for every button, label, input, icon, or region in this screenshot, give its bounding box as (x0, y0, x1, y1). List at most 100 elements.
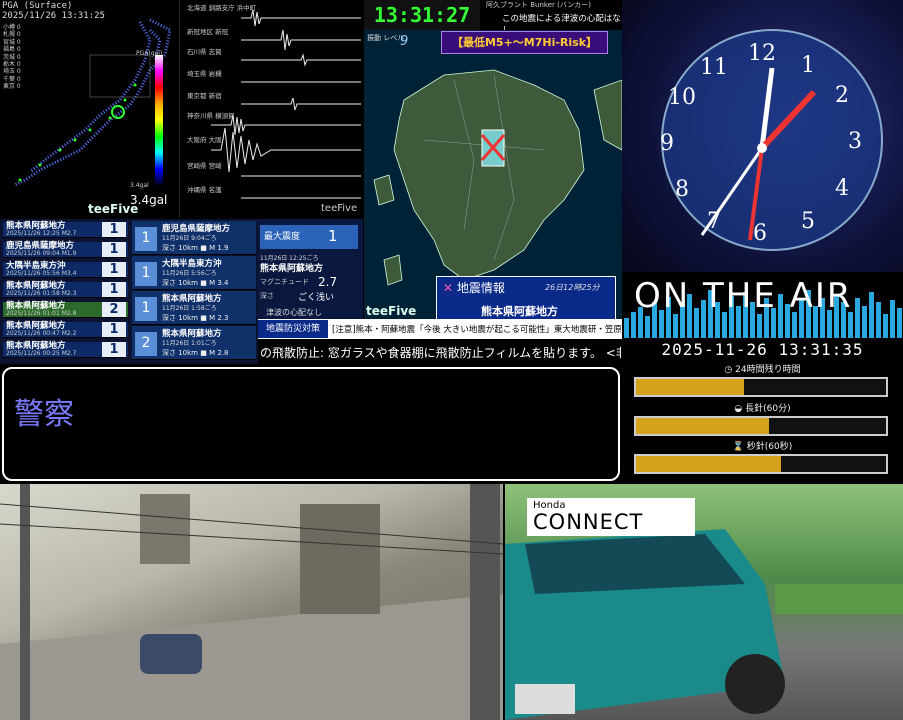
pga-color-scale (155, 55, 163, 185)
progress-bar-second (634, 454, 888, 474)
intensity-badge: 1 (102, 222, 126, 237)
clock-numeral: 1 (801, 53, 815, 78)
eq-time: 2025/11/26 09:04 (6, 250, 60, 257)
eq-mag: M2.2 (61, 330, 77, 337)
eq-mag: M2.7 (61, 350, 77, 357)
list-item[interactable]: 大隅半島東方沖 2025/11/26 05:56 M3.4 1 (3, 262, 128, 278)
datetime-panel: 2025-11-26 13:31:35 (622, 338, 903, 360)
on-air-panel: ON THE AIR (622, 272, 903, 338)
bunker-panel: 阿久ブラント Bunker (バンカー) この地震による津波の心配はなし (482, 0, 622, 36)
clock-icon: ◷ (724, 365, 733, 375)
list-item[interactable]: 鹿児島県薩摩地方 2025/11/26 09:04 M1.9 1 (3, 242, 128, 258)
ticker-text: の飛散防止: 窓ガラスや食器棚に飛散防止フィルムを貼ります。 <非 (260, 346, 622, 360)
bar-label: ◷ 24時間残り時間 (622, 362, 903, 375)
intensity-badge: 1 (135, 297, 157, 321)
eq-card[interactable]: 1 鹿児島県薩摩地方 11月26日 9:04ごろ 深さ 10km ■ M 1.9 (132, 221, 256, 255)
list-item[interactable]: 熊本県阿蘇地方 2025/11/26 01:01 M2.8 2 (3, 302, 128, 318)
clock-numeral: 8 (675, 177, 689, 202)
list-item[interactable]: 熊本県阿蘇地方 2025/11/26 00:25 M2.7 1 (3, 342, 128, 358)
eq-mag: M2.8 (61, 310, 77, 317)
clock-numeral: 11 (700, 55, 728, 80)
datetime-text: 2025-11-26 13:31:35 (661, 340, 864, 359)
risk-warning-badge: 【最低M5+〜M7Hi-Risk】 (441, 31, 608, 54)
clock-numeral: 2 (835, 83, 849, 108)
eq-mag: M2.7 (61, 230, 77, 237)
intensity-badge: 1 (102, 342, 126, 357)
police-text: 警察 (14, 397, 74, 432)
clock-numeral: 10 (668, 85, 696, 110)
bar-label-text: 秒針(60秒) (746, 442, 793, 452)
digital-clock: 13:31:27 (364, 0, 480, 30)
clock-numeral: 6 (753, 221, 767, 246)
clock-numeral: 3 (848, 129, 862, 154)
eq-time: 2025/11/26 00:47 (6, 330, 60, 337)
car-video-feed: Honda CONNECT (505, 484, 903, 720)
bar-label: ⌛ 秒針(60秒) (622, 439, 903, 452)
eq-mag: M3.4 (61, 270, 77, 277)
depth-value: ごく浅い (298, 293, 335, 303)
vibration-level-value: 9 (400, 34, 409, 49)
clock-face: 12 1 2 3 4 5 6 7 8 9 10 11 (660, 29, 883, 251)
progress-fill (636, 456, 781, 472)
max-intensity-box: 最大震度 (260, 225, 358, 249)
max-intensity-label: 最大震度 (264, 232, 301, 242)
quake-info-place: 熊本県阿蘇地方 (481, 305, 558, 318)
earthquake-list: 熊本県阿蘇地方 2025/11/26 12:25 M2.7 1 鹿児島県薩摩地方 20… (0, 219, 258, 364)
street-camera-feed (0, 484, 503, 720)
police-message-box: 警察 (2, 367, 620, 481)
eq-depth-mag: 深さ 10km ■ M 3.4 (162, 279, 229, 287)
max-intensity-value: 1 (328, 227, 338, 245)
waveform-panel: 北海道 釧路支庁 浜中町 新冠地区 新冠 石川県 志賀 埼玉県 岩槻 東京都 新… (181, 0, 363, 218)
list-item[interactable]: 熊本県阿蘇地方 2025/11/26 00:47 M2.2 1 (3, 322, 128, 338)
magnitude-label: マグニチュード (260, 278, 309, 286)
intensity-badge: 1 (102, 282, 126, 297)
list-item[interactable]: 熊本県阿蘇地方 2025/11/26 12:25 M2.7 1 (3, 222, 128, 238)
quake-info-title: 地震情報 (456, 281, 505, 295)
japan-map (14, 18, 172, 187)
bar-label-text: 長針(60分) (745, 404, 791, 414)
brand-logo: teeFive (88, 202, 139, 216)
clock-numeral: 4 (835, 176, 849, 201)
clock-numeral: 12 (748, 41, 776, 66)
eq-card[interactable]: 1 熊本県阿蘇地方 11月26日 1:58ごろ 深さ 10km ■ M 2.3 (132, 291, 256, 325)
eq-time: 11月26日 1:58ごろ (162, 305, 217, 312)
eq-mag: M2.3 (61, 290, 77, 297)
analog-clock: 12 1 2 3 4 5 6 7 8 9 10 11 (622, 0, 903, 272)
progress-bar-24h (634, 377, 888, 397)
street-scene (0, 484, 503, 720)
waveform-traces (211, 9, 361, 199)
eq-time: 2025/11/26 05:56 (6, 270, 60, 277)
intensity-badge: 1 (102, 242, 126, 257)
tsunami-status: 津波の心配なし (266, 308, 322, 317)
quake-info-box: ✕ 地震情報 26日12時25分 熊本県阿蘇地方 (436, 276, 616, 320)
bar-label: ◒ 長針(60分) (622, 401, 903, 414)
ticker-text: [注意]熊本・阿蘇地震「今後 大きい地震が起こる可能性」東大地震研・笠原教授 (332, 325, 622, 335)
bunker-title: 阿久ブラント Bunker (バンカー) (486, 1, 591, 9)
eq-card[interactable]: 2 熊本県阿蘇地方 11月26日 1:01ごろ 深さ 10km ■ M 2.8 (132, 326, 256, 360)
pga-panel: PGA (Surface) 2025/11/26 13:31:25 小樽 0 札… (0, 0, 180, 218)
list-item[interactable]: 熊本県阿蘇地方 2025/11/26 01:58 M2.3 1 (3, 282, 128, 298)
eq-time: 11月26日 1:01ごろ (162, 340, 217, 347)
eq-depth-mag: 深さ 10km ■ M 2.8 (162, 349, 229, 357)
eq-depth-mag: 深さ 10km ■ M 2.3 (162, 314, 229, 322)
clock-icon: ◒ (734, 404, 743, 414)
intensity-badge: 2 (102, 302, 126, 317)
eq-time: 2025/11/26 12:25 (6, 230, 60, 237)
brand-logo: teeFive (321, 203, 358, 214)
brand-logo: teeFive (366, 304, 417, 318)
clock-numeral: 5 (801, 209, 815, 234)
ticker-tag: 地震防災対策 (258, 320, 328, 338)
on-air-text: ON THE AIR (634, 276, 853, 316)
vibration-level-label: 振動 レベル (367, 34, 405, 42)
clock-center (757, 143, 767, 153)
intensity-badge: 1 (102, 262, 126, 277)
latest-quake-info: 最大震度 1 11月26日 12:25ごろ 熊本県阿蘇地方 マグニチュード 2.… (258, 219, 363, 319)
news-ticker: 地震防災対策 [注意]熊本・阿蘇地震「今後 大きい地震が起こる可能性」東大地震研… (258, 319, 622, 339)
clock-numeral: 9 (660, 131, 674, 156)
magnitude-value: 2.7 (318, 275, 338, 289)
eq-card[interactable]: 1 大隅半島東方沖 11月26日 5:56ごろ 深さ 10km ■ M 3.4 (132, 256, 256, 290)
intensity-badge: 1 (135, 262, 157, 286)
quake-place: 熊本県阿蘇地方 (260, 264, 324, 274)
progress-fill (636, 418, 769, 434)
progress-bar-minute (634, 416, 888, 436)
